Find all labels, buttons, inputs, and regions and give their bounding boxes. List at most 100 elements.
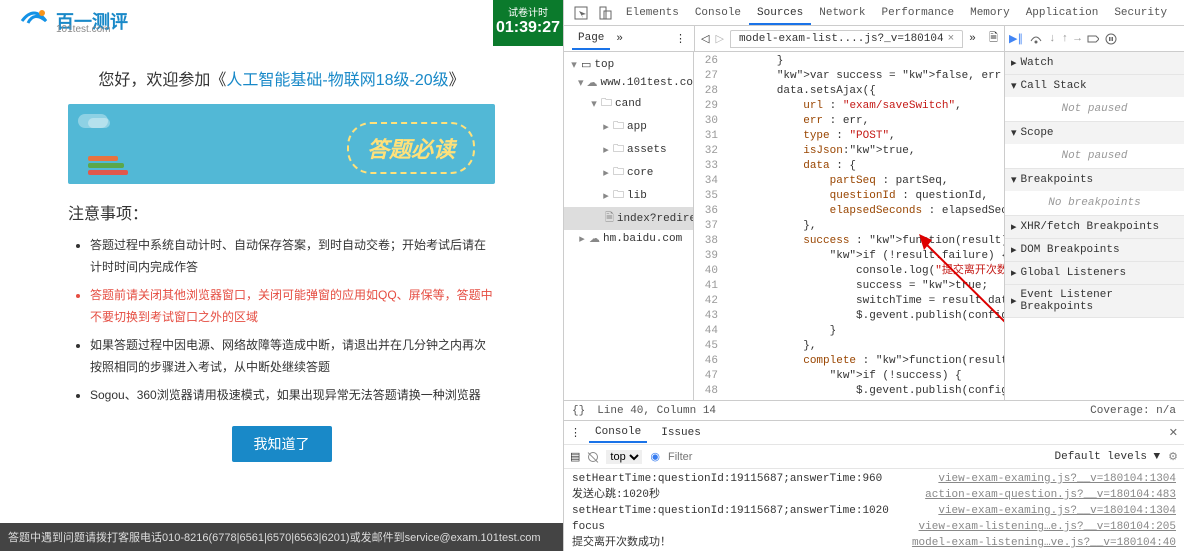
console-row: setHeartTime:questionId:19115687;answerT… bbox=[564, 503, 1184, 519]
source-link[interactable]: action-exam-question.js?__v=180104:483 bbox=[925, 488, 1176, 502]
file-menu-icon[interactable]: 🗎 bbox=[989, 29, 998, 48]
file-tab-close-icon[interactable]: × bbox=[948, 33, 955, 45]
footer: 答题中遇到问题请拨打客服电话010-8216(6778|6561|6570|65… bbox=[0, 523, 563, 551]
tree-top-icon: ▭ bbox=[581, 58, 591, 72]
devtools-tab-elements[interactable]: Elements bbox=[618, 3, 687, 23]
devtools-tab-performance[interactable]: Performance bbox=[873, 3, 962, 23]
devtools-tab-network[interactable]: Network bbox=[811, 3, 873, 23]
coverage-info: Coverage: n/a bbox=[1090, 405, 1176, 417]
devtools-body: ▾▭top ▾☁www.101test.com ▾🗀cand ▸🗀app▸🗀as… bbox=[564, 52, 1184, 400]
exam-title: 人工智能基础-物联网18级-20级 bbox=[226, 72, 448, 89]
pause-exceptions-icon[interactable] bbox=[1105, 33, 1117, 45]
sidebar-toggle-icon[interactable]: ▤ bbox=[570, 450, 580, 464]
console-tab[interactable]: Console bbox=[589, 423, 647, 443]
folder-icon: 🗀 bbox=[601, 94, 612, 113]
debugger-controls: ▶∥ ↓ ↑ → bbox=[1004, 26, 1184, 51]
subtabs-more[interactable]: » bbox=[616, 33, 623, 45]
tree-folder[interactable]: ▸🗀core bbox=[564, 161, 693, 184]
console-row: 提交离开次数成功！model-exam-listening…ve.js?__v=… bbox=[564, 535, 1184, 551]
console-settings-icon[interactable]: ⚙ bbox=[1168, 450, 1178, 464]
clear-console-icon[interactable] bbox=[588, 452, 598, 462]
devtools-tab-memory[interactable]: Memory bbox=[962, 3, 1018, 23]
console-row: setHeartTime:questionId:19115687;answerT… bbox=[564, 471, 1184, 487]
event-label: Event Listener Breakpoints bbox=[1021, 289, 1178, 313]
source-link[interactable]: model-exam-listening…ve.js?__v=180104:40 bbox=[912, 536, 1176, 550]
console-drawer: ⋮ Console Issues ✕ ▤ top ◉ Default level… bbox=[564, 420, 1184, 551]
console-row: focusview-exam-listening…e.js?__v=180104… bbox=[564, 519, 1184, 535]
notice-item: Sogou、360浏览器请用极速模式，如果出现异常无法答题请换一种浏览器 bbox=[90, 384, 495, 406]
devtools-tab-console[interactable]: Console bbox=[687, 3, 749, 23]
deactivate-bp-icon[interactable] bbox=[1087, 33, 1099, 45]
books-icon bbox=[88, 156, 128, 176]
devtools: ElementsConsoleSourcesNetworkPerformance… bbox=[563, 0, 1184, 551]
step-into-icon[interactable]: ↓ bbox=[1049, 33, 1056, 45]
tree-domain[interactable]: www.101test.com bbox=[601, 77, 694, 89]
notice-heading: 注意事项： bbox=[68, 200, 495, 224]
levels-dropdown[interactable]: Default levels ▼ bbox=[1055, 451, 1161, 463]
editor-status: {} Line 40, Column 14 Coverage: n/a bbox=[564, 400, 1184, 420]
event-bp-section[interactable]: ▸Event Listener Breakpoints bbox=[1005, 285, 1184, 317]
device-icon[interactable] bbox=[598, 6, 612, 20]
greeting-prefix: 您好，欢迎参加《 bbox=[98, 72, 226, 89]
debugger-sidebar: ▸Watch ▾Call StackNot paused ▾ScopeNot p… bbox=[1004, 52, 1184, 400]
drawer-close-icon[interactable]: ✕ bbox=[1169, 426, 1178, 440]
issues-tab[interactable]: Issues bbox=[655, 424, 707, 442]
step-icon[interactable]: → bbox=[1074, 33, 1081, 45]
cloud-icon: ☁ bbox=[587, 76, 598, 90]
global-listeners-section[interactable]: ▸Global Listeners bbox=[1005, 262, 1184, 284]
banner-badge: 答题必读 bbox=[347, 122, 475, 174]
tree-hm[interactable]: hm.baidu.com bbox=[603, 233, 682, 245]
watch-section[interactable]: ▸Watch bbox=[1005, 52, 1184, 74]
exam-timer: 试卷计时 01:39:27 bbox=[493, 0, 563, 46]
source-link[interactable]: view-exam-listening…e.js?__v=180104:205 bbox=[919, 520, 1176, 534]
callstack-empty: Not paused bbox=[1005, 97, 1184, 121]
banner: 答题必读 bbox=[68, 104, 495, 184]
xhr-bp-section[interactable]: ▸XHR/fetch Breakpoints bbox=[1005, 216, 1184, 238]
tabs-more[interactable]: » bbox=[1177, 3, 1184, 23]
tree-folder[interactable]: ▸🗀assets bbox=[564, 138, 693, 161]
callstack-label: Call Stack bbox=[1021, 80, 1087, 92]
code-editor[interactable]: 26 27 28 29 30 31 32 33 34 35 36 37 38 3… bbox=[694, 52, 1004, 400]
tree-top[interactable]: top bbox=[594, 59, 614, 71]
nav-back-icon[interactable]: ◁ bbox=[701, 32, 709, 46]
logo-icon bbox=[18, 9, 50, 33]
drawer-menu-icon[interactable]: ⋮ bbox=[570, 426, 581, 440]
dom-bp-section[interactable]: ▸DOM Breakpoints bbox=[1005, 239, 1184, 261]
scope-section[interactable]: ▾Scope bbox=[1005, 122, 1184, 144]
callstack-section[interactable]: ▾Call Stack bbox=[1005, 75, 1184, 97]
page-tab[interactable]: Page bbox=[572, 28, 610, 50]
bp-empty: No breakpoints bbox=[1005, 191, 1184, 215]
devtools-tab-application[interactable]: Application bbox=[1018, 3, 1107, 23]
logo: 百一测评 bbox=[0, 0, 563, 42]
tree-folder[interactable]: ▸🗀lib bbox=[564, 184, 693, 207]
inspect-icon[interactable] bbox=[574, 6, 588, 20]
breakpoints-section[interactable]: ▾Breakpoints bbox=[1005, 169, 1184, 191]
nav-fwd-icon[interactable]: ▷ bbox=[715, 32, 723, 46]
devtools-tab-security[interactable]: Security bbox=[1106, 3, 1175, 23]
timer-value: 01:39:27 bbox=[493, 19, 563, 37]
ok-button[interactable]: 我知道了 bbox=[232, 426, 332, 462]
notice-list: 答题过程中系统自动计时、自动保存答案，到时自动交卷；开始考试后请在计时时间内完成… bbox=[90, 234, 495, 406]
file-tree[interactable]: ▾▭top ▾☁www.101test.com ▾🗀cand ▸🗀app▸🗀as… bbox=[564, 52, 694, 400]
source-link[interactable]: view-exam-examing.js?__v=180104:1304 bbox=[938, 504, 1176, 518]
file-icon: 🗎 bbox=[605, 209, 614, 228]
step-out-icon[interactable]: ↑ bbox=[1062, 33, 1069, 45]
source-file-tab[interactable]: model-exam-list....js?_v=180104 × bbox=[730, 30, 963, 48]
scope-label: Scope bbox=[1021, 127, 1054, 139]
file-tabs-more[interactable]: » bbox=[969, 33, 976, 45]
devtools-tab-sources[interactable]: Sources bbox=[749, 3, 811, 25]
notice-item: 答题前请关闭其他浏览器窗口，关闭可能弹窗的应用如QQ、屏保等，答题中不要切换到考… bbox=[90, 284, 495, 328]
resume-icon[interactable]: ▶∥ bbox=[1009, 32, 1023, 46]
tree-cand[interactable]: cand bbox=[615, 98, 641, 110]
greeting-suffix: 》 bbox=[449, 72, 465, 89]
tree-folder[interactable]: ▸🗀app bbox=[564, 115, 693, 138]
notice-item: 答题过程中系统自动计时、自动保存答案，到时自动交卷；开始考试后请在计时时间内完成… bbox=[90, 234, 495, 278]
step-over-icon[interactable] bbox=[1029, 33, 1043, 45]
source-link[interactable]: view-exam-examing.js?__v=180104:1304 bbox=[938, 472, 1176, 486]
exam-page: 百一测评 101test.com 试卷计时 01:39:27 您好，欢迎参加《人… bbox=[0, 0, 563, 551]
bp-label: Breakpoints bbox=[1021, 174, 1094, 186]
tree-file[interactable]: index?redirect=0 bbox=[617, 213, 694, 225]
context-select[interactable]: top bbox=[606, 450, 642, 464]
watch-label: Watch bbox=[1021, 57, 1054, 69]
console-filter-input[interactable] bbox=[668, 451, 1046, 463]
